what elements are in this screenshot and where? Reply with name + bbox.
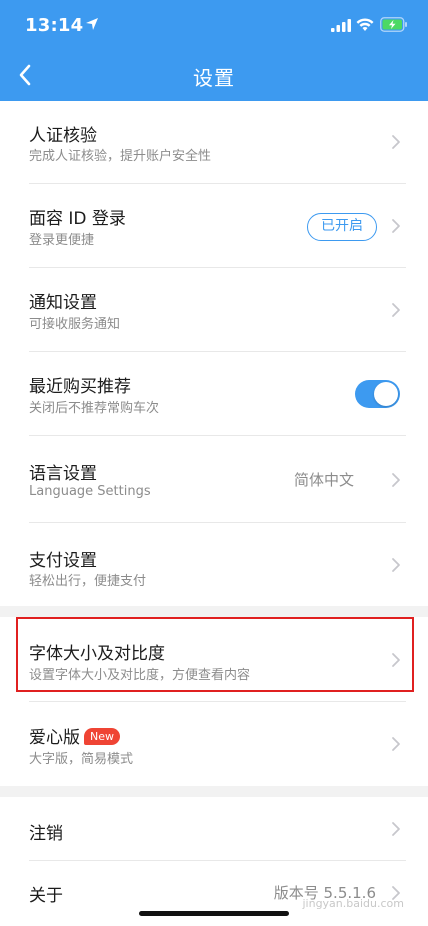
language-value: 简体中文 <box>293 471 354 489</box>
chevron-right-icon <box>392 822 400 836</box>
watermark: jingyan.baidu.com <box>302 884 404 910</box>
settings-section-main: 人证核验 完成人证核验，提升账户安全性 面容 ID 登录 登录更便捷 已开启 通… <box>0 101 428 606</box>
row-subtitle: 大字版，简易模式 <box>29 752 134 767</box>
row-subtitle: 关闭后不推荐常购车次 <box>29 401 160 416</box>
row-title: 爱心版 <box>29 728 80 748</box>
chevron-right-icon <box>392 219 400 233</box>
chevron-right-icon <box>392 737 400 751</box>
row-title: 语言设置 <box>29 464 97 484</box>
row-identity-verification[interactable]: 人证核验 完成人证核验，提升账户安全性 <box>0 101 428 184</box>
row-title: 注销 <box>29 824 63 844</box>
row-title: 关于 <box>29 886 63 906</box>
header: 13:14 设置 <box>0 0 428 101</box>
wifi-icon <box>356 18 374 31</box>
settings-section-display: 字体大小及对比度 设置字体大小及对比度，方便查看内容 爱心版 New 大字版，简易… <box>0 617 428 786</box>
row-title: 支付设置 <box>29 551 97 571</box>
row-face-id-login[interactable]: 面容 ID 登录 登录更便捷 已开启 <box>0 184 428 268</box>
row-subtitle: 设置字体大小及对比度，方便查看内容 <box>29 668 251 683</box>
row-title: 通知设置 <box>29 293 97 313</box>
status-bar: 13:14 <box>0 0 428 50</box>
status-time: 13:14 <box>25 15 84 36</box>
toggle-knob <box>374 382 398 406</box>
chevron-right-icon <box>392 135 400 149</box>
cellular-signal-icon <box>331 19 351 32</box>
row-subtitle: Language Settings <box>29 484 151 499</box>
row-notification-settings[interactable]: 通知设置 可接收服务通知 <box>0 268 428 352</box>
chevron-right-icon <box>392 473 400 487</box>
battery-charging-icon <box>380 17 407 32</box>
home-indicator <box>139 911 289 916</box>
row-recent-purchase-recommend: 最近购买推荐 关闭后不推荐常购车次 <box>0 352 428 436</box>
recent-recommend-toggle[interactable] <box>355 380 400 408</box>
row-title: 面容 ID 登录 <box>29 209 126 229</box>
face-id-status-pill[interactable]: 已开启 <box>307 213 377 241</box>
row-payment-settings[interactable]: 支付设置 轻松出行，便捷支付 <box>0 523 428 606</box>
row-font-size-contrast[interactable]: 字体大小及对比度 设置字体大小及对比度，方便查看内容 <box>0 617 428 702</box>
row-subtitle: 轻松出行，便捷支付 <box>29 574 147 589</box>
row-title: 字体大小及对比度 <box>29 644 165 664</box>
phone-screen: 13:14 设置 人证核验 完成人证核验，提升账户安全性 面容 ID 登录 登录… <box>0 0 428 926</box>
row-logout[interactable]: 注销 <box>0 797 428 861</box>
row-subtitle: 登录更便捷 <box>29 233 95 248</box>
row-language-settings[interactable]: 语言设置 Language Settings 简体中文 <box>0 436 428 523</box>
chevron-right-icon <box>392 558 400 572</box>
row-subtitle: 完成人证核验，提升账户安全性 <box>29 149 212 164</box>
row-title: 人证核验 <box>29 126 97 146</box>
row-subtitle: 可接收服务通知 <box>29 317 121 332</box>
new-badge: New <box>84 728 120 745</box>
row-title-wrap: 爱心版 New <box>29 723 120 748</box>
row-title: 最近购买推荐 <box>29 377 131 397</box>
watermark-url: jingyan.baidu.com <box>302 897 404 910</box>
row-care-version[interactable]: 爱心版 New 大字版，简易模式 <box>0 702 428 786</box>
page-title: 设置 <box>193 66 235 90</box>
nav-bar: 设置 <box>0 50 428 101</box>
chevron-right-icon <box>392 653 400 667</box>
chevron-right-icon <box>392 303 400 317</box>
location-arrow-icon <box>86 18 98 30</box>
